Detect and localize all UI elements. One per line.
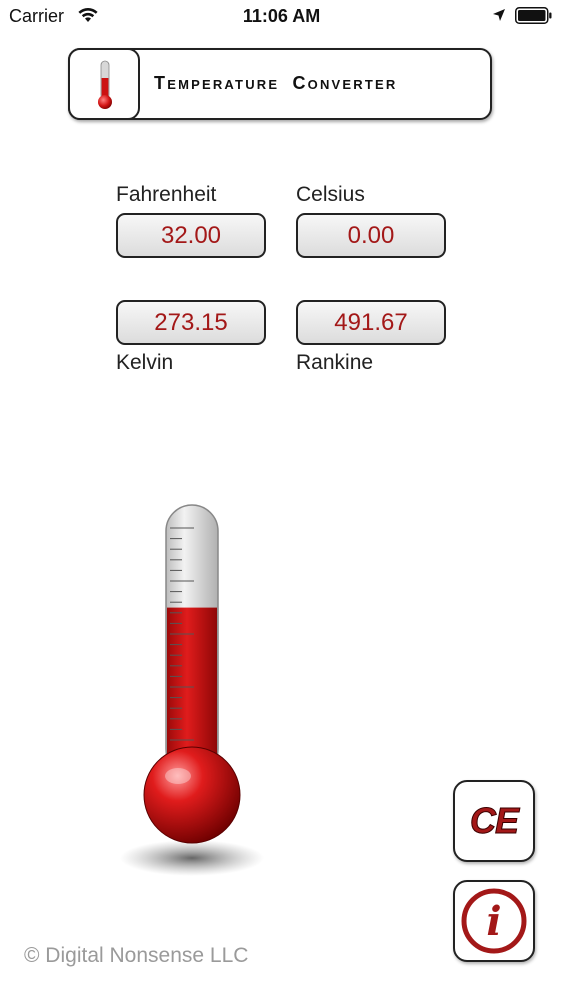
kelvin-label: Kelvin xyxy=(116,351,174,374)
rankine-label: Rankine xyxy=(296,351,374,374)
app-header: Temperature Converter xyxy=(68,48,492,120)
info-button[interactable]: i xyxy=(453,880,535,962)
thermometer-icon xyxy=(98,60,112,109)
copyright-footer: © Digital Nonsense LLC xyxy=(24,944,249,967)
status-time: 11:06 AM xyxy=(242,6,321,26)
location-arrow-icon xyxy=(493,9,505,21)
fahrenheit-label: Fahrenheit xyxy=(116,183,217,206)
kelvin-input[interactable]: 273.15 xyxy=(116,300,266,345)
celsius-label: Celsius xyxy=(296,183,365,206)
app-title: Temperature Converter xyxy=(154,73,398,93)
battery-icon xyxy=(515,7,552,24)
clear-button-label: CE xyxy=(469,800,519,842)
info-icon: i xyxy=(461,888,527,954)
rankine-input[interactable]: 491.67 xyxy=(296,300,446,345)
fahrenheit-input[interactable]: 32.00 xyxy=(116,213,266,258)
info-button-label: i xyxy=(486,898,501,945)
thermometer-graphic xyxy=(120,504,264,876)
celsius-input[interactable]: 0.00 xyxy=(296,213,446,258)
header-logo xyxy=(68,48,140,120)
clear-button[interactable]: CE xyxy=(453,780,535,862)
status-bar: Carrier 11:06 AM xyxy=(0,0,563,32)
